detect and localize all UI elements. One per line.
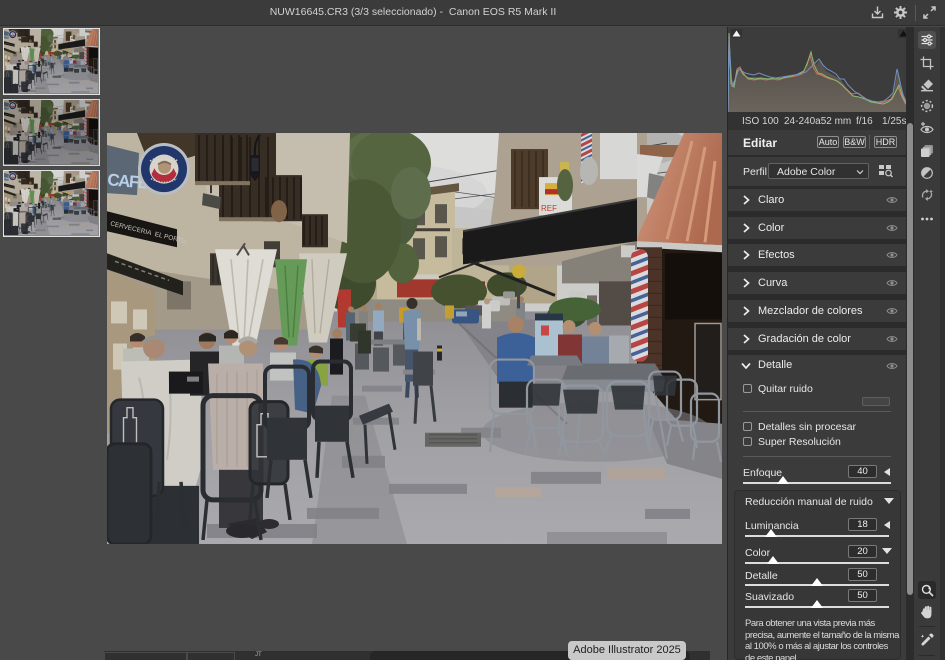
svg-text:REF: REF — [541, 204, 557, 213]
